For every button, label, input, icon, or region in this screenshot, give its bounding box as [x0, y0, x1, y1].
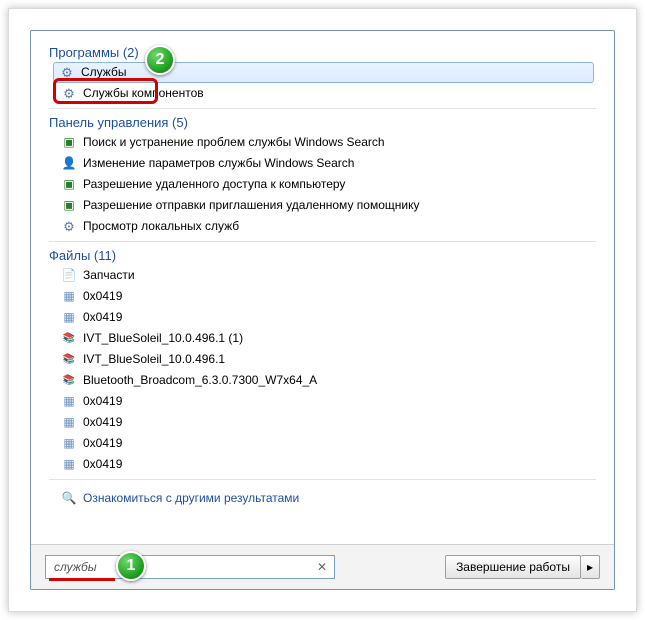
result-label: 0x0419	[83, 456, 122, 473]
search-input[interactable]	[45, 555, 335, 579]
result-cp-0[interactable]: ▣ Поиск и устранение проблем службы Wind…	[55, 132, 596, 153]
control-panel-icon: ▣	[61, 135, 77, 151]
result-label: Разрешение удаленного доступа к компьюте…	[83, 176, 345, 193]
result-label: 0x0419	[83, 288, 122, 305]
result-label: IVT_BlueSoleil_10.0.496.1	[83, 351, 225, 368]
result-label: IVT_BlueSoleil_10.0.496.1 (1)	[83, 330, 243, 347]
see-more-results[interactable]: 🔍 Ознакомиться с другими результатами	[61, 490, 596, 506]
result-file-3[interactable]: 📚 IVT_BlueSoleil_10.0.496.1 (1)	[55, 328, 596, 349]
result-cp-4[interactable]: ⚙ Просмотр локальных служб	[55, 216, 596, 237]
result-label: Поиск и устранение проблем службы Window…	[83, 134, 385, 151]
result-label: 0x0419	[83, 414, 122, 431]
result-cp-3[interactable]: ▣ Разрешение отправки приглашения удален…	[55, 195, 596, 216]
reg-icon: ▦	[61, 394, 77, 410]
control-panel-icon: ▣	[61, 198, 77, 214]
user-icon: 👤	[61, 156, 77, 172]
shutdown-label: Завершение работы	[456, 560, 570, 574]
result-cp-2[interactable]: ▣ Разрешение удаленного доступа к компью…	[55, 174, 596, 195]
shutdown-button-group: Завершение работы ▸	[445, 555, 600, 579]
result-label: Разрешение отправки приглашения удаленно…	[83, 197, 419, 214]
see-more-label: Ознакомиться с другими результатами	[83, 491, 299, 505]
reg-icon: ▦	[61, 289, 77, 305]
reg-icon: ▦	[61, 457, 77, 473]
reg-icon: ▦	[61, 436, 77, 452]
clear-search-icon[interactable]: ✕	[313, 560, 331, 574]
word-icon: 📄	[61, 268, 77, 284]
gear-icon: ⚙	[59, 65, 75, 81]
control-panel-icon: ▣	[61, 177, 77, 193]
category-files-title: Файлы (11)	[49, 248, 596, 263]
start-menu-footer: ✕ Завершение работы ▸	[31, 544, 614, 589]
category-controlpanel-title: Панель управления (5)	[49, 115, 596, 130]
result-label: 0x0419	[83, 435, 122, 452]
result-programs-1[interactable]: ⚙ Службы компонентов	[55, 83, 596, 104]
archive-icon: 📚	[61, 331, 77, 347]
divider	[49, 108, 596, 109]
reg-icon: ▦	[61, 415, 77, 431]
archive-icon: 📚	[61, 352, 77, 368]
result-file-2[interactable]: ▦ 0x0419	[55, 307, 596, 328]
divider	[49, 241, 596, 242]
result-label: Службы компонентов	[83, 85, 204, 102]
result-label: Просмотр локальных служб	[83, 218, 239, 235]
result-programs-0[interactable]: ⚙ Службы	[53, 62, 594, 83]
annotation-underline	[49, 578, 115, 581]
reg-icon: ▦	[61, 310, 77, 326]
shutdown-button[interactable]: Завершение работы	[445, 555, 581, 579]
result-label: Службы	[81, 64, 126, 81]
category-programs-title: Программы (2)	[49, 45, 596, 60]
result-cp-1[interactable]: 👤 Изменение параметров службы Windows Se…	[55, 153, 596, 174]
result-label: Изменение параметров службы Windows Sear…	[83, 155, 354, 172]
gear-icon: ⚙	[61, 86, 77, 102]
search-results-area: Программы (2) ⚙ Службы ⚙ Службы компонен…	[31, 31, 614, 544]
result-file-9[interactable]: ▦ 0x0419	[55, 454, 596, 475]
result-label: 0x0419	[83, 393, 122, 410]
result-file-0[interactable]: 📄 Запчасти	[55, 265, 596, 286]
result-label: Bluetooth_Broadcom_6.3.0.7300_W7x64_A	[83, 372, 317, 389]
search-icon: 🔍	[61, 490, 77, 506]
result-file-4[interactable]: 📚 IVT_BlueSoleil_10.0.496.1	[55, 349, 596, 370]
start-menu-search-panel: Программы (2) ⚙ Службы ⚙ Службы компонен…	[30, 30, 615, 590]
search-box-wrap: ✕	[45, 555, 335, 579]
divider	[49, 479, 596, 480]
gear-icon: ⚙	[61, 219, 77, 235]
shutdown-menu-button[interactable]: ▸	[581, 555, 600, 579]
result-file-8[interactable]: ▦ 0x0419	[55, 433, 596, 454]
archive-icon: 📚	[61, 373, 77, 389]
result-file-1[interactable]: ▦ 0x0419	[55, 286, 596, 307]
result-label: 0x0419	[83, 309, 122, 326]
result-file-6[interactable]: ▦ 0x0419	[55, 391, 596, 412]
chevron-right-icon: ▸	[587, 560, 593, 574]
result-file-5[interactable]: 📚 Bluetooth_Broadcom_6.3.0.7300_W7x64_A	[55, 370, 596, 391]
result-label: Запчасти	[83, 267, 135, 284]
result-file-7[interactable]: ▦ 0x0419	[55, 412, 596, 433]
